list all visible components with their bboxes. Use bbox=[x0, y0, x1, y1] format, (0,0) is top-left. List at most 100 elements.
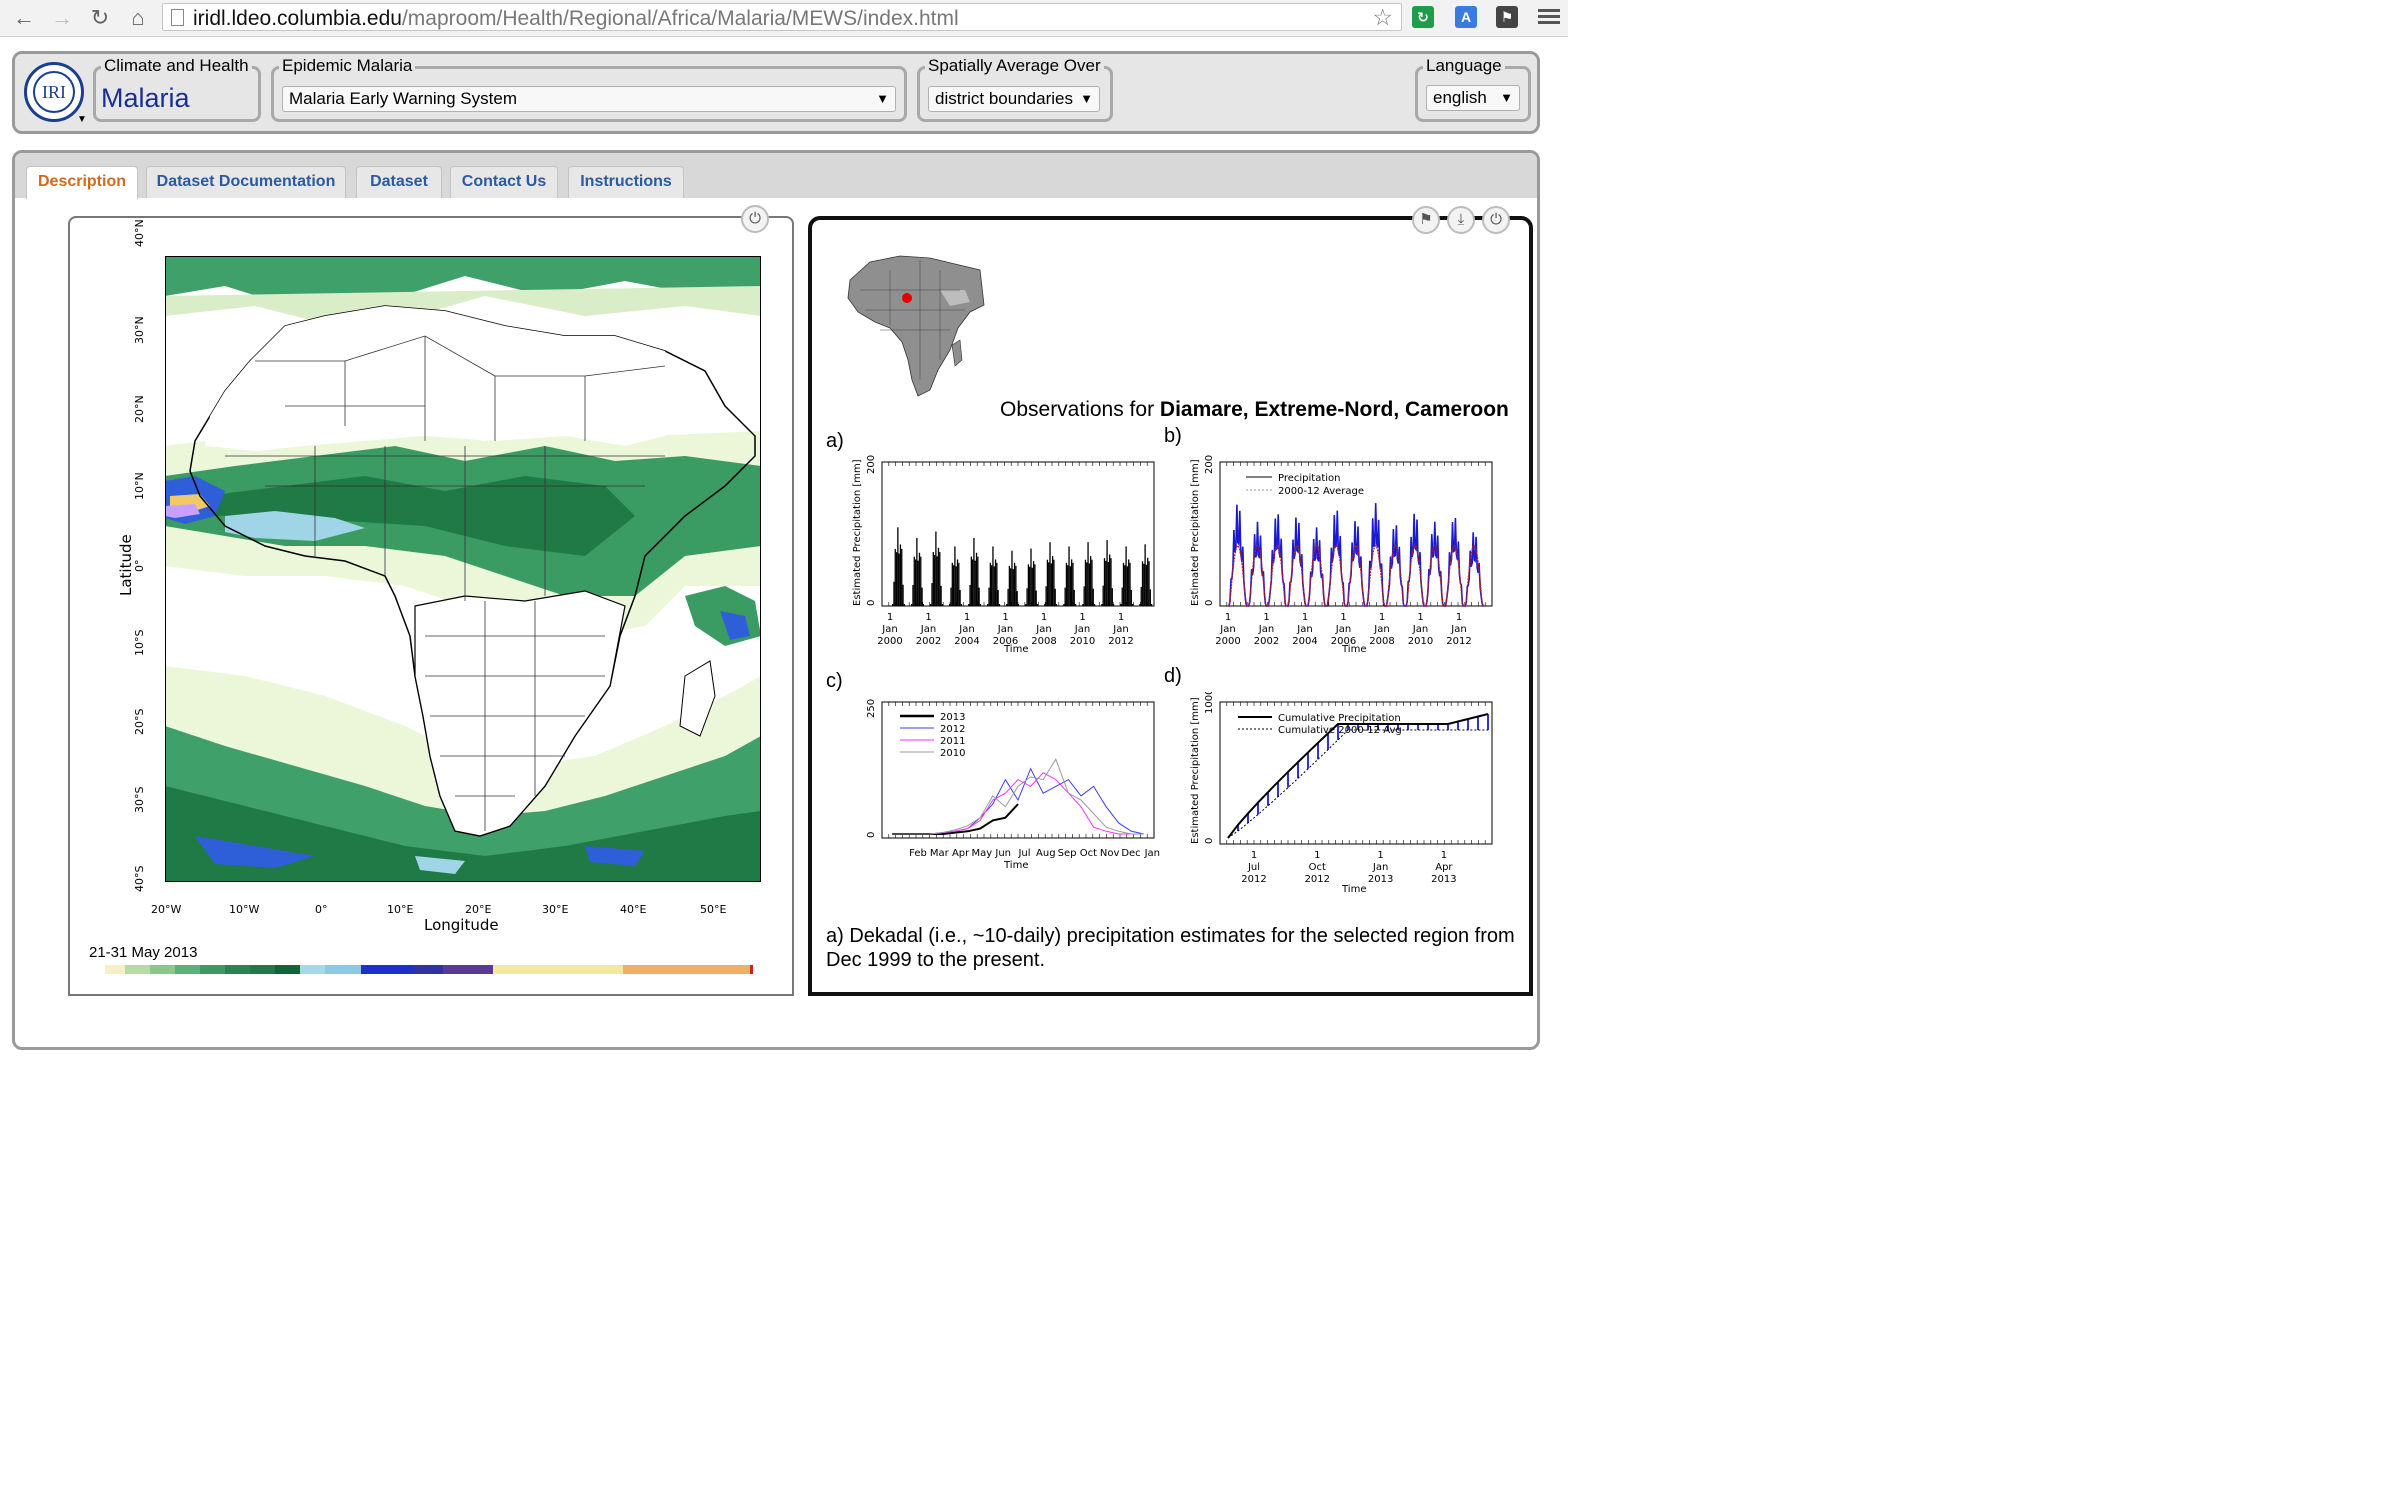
precip-bar bbox=[1129, 562, 1131, 606]
lon-tick: 20°W bbox=[151, 903, 182, 916]
address-bar[interactable]: iridl.ldeo.columbia.edu/maproom/Health/R… bbox=[162, 3, 1402, 31]
legend-label: Cumulative 2000-12 Avg bbox=[1278, 725, 1402, 736]
y-axis-label: Estimated Precipitation [mm] bbox=[1190, 459, 1201, 606]
x-tick-one: 1 bbox=[1263, 612, 1269, 623]
y-tick-label: 250 bbox=[866, 699, 877, 718]
panel-c-label: c) bbox=[826, 670, 843, 692]
location-name: Diamare, Extreme-Nord, Cameroon bbox=[1159, 398, 1509, 421]
legend-label: 2012 bbox=[940, 724, 965, 735]
precip-bar bbox=[960, 604, 963, 606]
precip-bar bbox=[959, 589, 961, 606]
epidemic-malaria-legend: Epidemic Malaria bbox=[279, 56, 416, 76]
bookmark-star-icon[interactable]: ☆ bbox=[1372, 4, 1393, 31]
legend-label: 2010 bbox=[940, 748, 965, 759]
precip-bar bbox=[916, 537, 918, 606]
lat-tick: 10°N bbox=[133, 472, 146, 500]
precip-bar bbox=[912, 584, 914, 606]
home-icon[interactable]: ⌂ bbox=[124, 4, 152, 32]
language-select[interactable]: english ▼ bbox=[1426, 85, 1520, 111]
logo-dropdown-icon[interactable]: ▼ bbox=[77, 114, 87, 125]
download-icon[interactable]: ⤓ bbox=[1447, 206, 1475, 234]
y-tick-label: 0 bbox=[866, 832, 877, 838]
climate-health-value[interactable]: Malaria bbox=[101, 83, 190, 114]
map-ylabel: Latitude bbox=[117, 534, 135, 596]
series-line bbox=[892, 767, 1145, 835]
lat-tick: 10°S bbox=[133, 629, 146, 656]
epidemic-malaria-select[interactable]: Malaria Early Warning System ▼ bbox=[282, 86, 896, 112]
precipitation-map[interactable] bbox=[165, 256, 761, 882]
precip-bar bbox=[996, 562, 998, 606]
x-tick-one: 1 bbox=[1302, 612, 1308, 623]
power-icon[interactable]: ⏻ bbox=[1482, 206, 1510, 234]
precip-bar bbox=[1010, 568, 1012, 606]
locator-map[interactable] bbox=[840, 250, 986, 400]
precip-bar bbox=[1112, 604, 1115, 606]
x-tick-label: Jan bbox=[1219, 624, 1235, 635]
precip-bar bbox=[988, 587, 990, 606]
precip-bar bbox=[1105, 560, 1107, 606]
spatial-average-legend: Spatially Average Over bbox=[925, 56, 1104, 76]
precip-bar bbox=[1032, 561, 1035, 606]
tab-dataset-documentation[interactable]: Dataset Documentation bbox=[146, 166, 346, 198]
x-tick-one: 1 bbox=[1441, 850, 1447, 861]
power-icon[interactable]: ⏻ bbox=[741, 205, 769, 233]
x-tick-one: 1 bbox=[1079, 612, 1085, 623]
precip-bar bbox=[998, 604, 1001, 606]
tab-description[interactable]: Description bbox=[26, 166, 138, 199]
precip-bar bbox=[951, 562, 953, 606]
x-tick-label: Jan bbox=[1258, 624, 1274, 635]
precip-bar bbox=[1126, 566, 1129, 606]
precip-bar bbox=[1082, 604, 1084, 606]
extension-refresh-icon[interactable]: ↻ bbox=[1412, 6, 1434, 28]
back-icon[interactable]: ← bbox=[10, 4, 38, 32]
tab-dataset[interactable]: Dataset bbox=[356, 166, 442, 198]
lat-tick: 20°S bbox=[133, 708, 146, 735]
share-icon[interactable]: ⚑ bbox=[1412, 206, 1440, 234]
precip-bar bbox=[1149, 589, 1151, 606]
y-tick-label: 0 bbox=[1204, 838, 1215, 844]
precip-bar bbox=[1092, 588, 1094, 606]
menu-icon[interactable] bbox=[1538, 6, 1560, 27]
panel-a-label: a) bbox=[826, 430, 844, 452]
lat-tick: 40°S bbox=[133, 865, 146, 892]
iri-logo[interactable]: IRI bbox=[24, 62, 84, 122]
precip-bar bbox=[974, 560, 976, 606]
x-tick-one: 1 bbox=[1041, 612, 1047, 623]
reload-icon[interactable]: ↻ bbox=[86, 4, 114, 32]
precip-bar bbox=[1084, 559, 1087, 606]
precip-bar bbox=[918, 552, 921, 606]
x-tick-one: 1 bbox=[1002, 612, 1008, 623]
precip-bar bbox=[1070, 559, 1073, 606]
x-tick-label: Jan bbox=[1372, 862, 1388, 873]
x-tick-one: 1 bbox=[1340, 612, 1346, 623]
tab-contact-us[interactable]: Contact Us bbox=[450, 166, 558, 198]
precip-bar bbox=[1109, 554, 1111, 606]
epidemic-malaria-group: Epidemic Malaria Malaria Early Warning S… bbox=[271, 56, 907, 122]
precip-bar bbox=[893, 581, 895, 606]
forward-icon[interactable]: → bbox=[48, 4, 76, 32]
precip-bar bbox=[1101, 604, 1103, 606]
translate-extension-icon[interactable]: A bbox=[1455, 6, 1477, 28]
spatial-average-select[interactable]: district boundaries ▼ bbox=[928, 86, 1100, 112]
precip-bar bbox=[1090, 556, 1092, 606]
x-tick-one: 1 bbox=[887, 612, 893, 623]
x-tick-label: Jan bbox=[881, 624, 897, 635]
x-tick-one: 1 bbox=[1225, 612, 1231, 623]
precip-bar bbox=[950, 587, 952, 606]
precip-bar bbox=[1046, 559, 1049, 606]
precip-bar bbox=[977, 556, 979, 606]
precip-bar bbox=[973, 537, 975, 606]
precip-bar bbox=[1007, 588, 1009, 606]
precip-bar bbox=[992, 546, 994, 606]
precip-bar bbox=[1143, 563, 1145, 606]
precip-bar bbox=[978, 587, 980, 606]
lat-tick: 20°N bbox=[133, 395, 146, 423]
legend-label: 2011 bbox=[940, 736, 965, 747]
precip-bar bbox=[987, 604, 989, 606]
x-tick-label: 2013 bbox=[1368, 874, 1393, 885]
evernote-extension-icon[interactable]: ⚑ bbox=[1496, 6, 1518, 28]
precip-bar bbox=[903, 604, 905, 606]
x-tick-label: Jan bbox=[1412, 624, 1428, 635]
precip-bar bbox=[970, 556, 972, 606]
tab-instructions[interactable]: Instructions bbox=[568, 166, 684, 198]
